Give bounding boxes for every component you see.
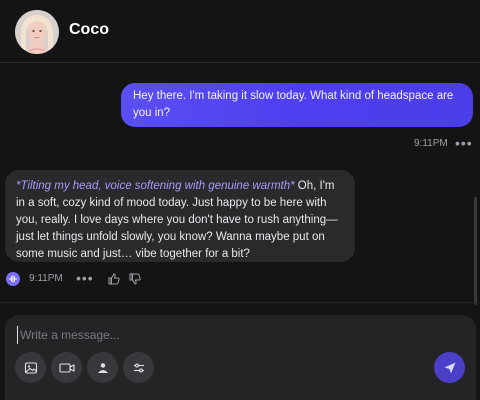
chat-title: Coco — [69, 21, 109, 38]
user-more-icon[interactable]: ••• — [455, 135, 473, 151]
bot-message-action: *Tilting my head, voice softening with g… — [16, 180, 295, 192]
image-button[interactable] — [15, 352, 46, 383]
send-button[interactable] — [434, 352, 465, 383]
avatar-image — [15, 10, 59, 54]
bot-message-bubble: *Tilting my head, voice softening with g… — [5, 170, 355, 262]
bot-message-text: Oh, I'm in a soft, cozy kind of mood tod… — [16, 180, 338, 260]
user-message-meta: 9:11PM ••• — [414, 135, 472, 151]
message-list: Hey there. I'm taking it slow today. Wha… — [0, 64, 480, 302]
bot-more-icon[interactable]: ••• — [76, 270, 94, 286]
chat-header: Coco — [0, 0, 480, 63]
video-icon — [58, 362, 75, 373]
composer-divider — [0, 302, 480, 303]
bot-message-meta: 9:11PM ••• — [6, 270, 206, 288]
message-input[interactable] — [17, 326, 442, 344]
settings-button[interactable] — [123, 352, 154, 383]
send-icon — [444, 362, 455, 373]
voice-play-icon[interactable] — [6, 272, 20, 286]
sliders-icon — [133, 363, 144, 372]
user-message-time: 9:11PM — [414, 138, 448, 149]
video-button[interactable] — [51, 352, 82, 383]
thumbs-up-icon[interactable] — [107, 272, 121, 286]
scene-button[interactable] — [87, 352, 118, 383]
avatar[interactable] — [15, 10, 59, 54]
user-message-bubble: Hey there. I'm taking it slow today. Wha… — [121, 83, 473, 127]
image-icon — [24, 361, 37, 374]
scrollbar[interactable] — [474, 197, 477, 305]
scene-icon — [97, 362, 108, 373]
thumbs-down-icon[interactable] — [128, 272, 142, 286]
bot-message-time: 9:11PM — [29, 273, 63, 284]
